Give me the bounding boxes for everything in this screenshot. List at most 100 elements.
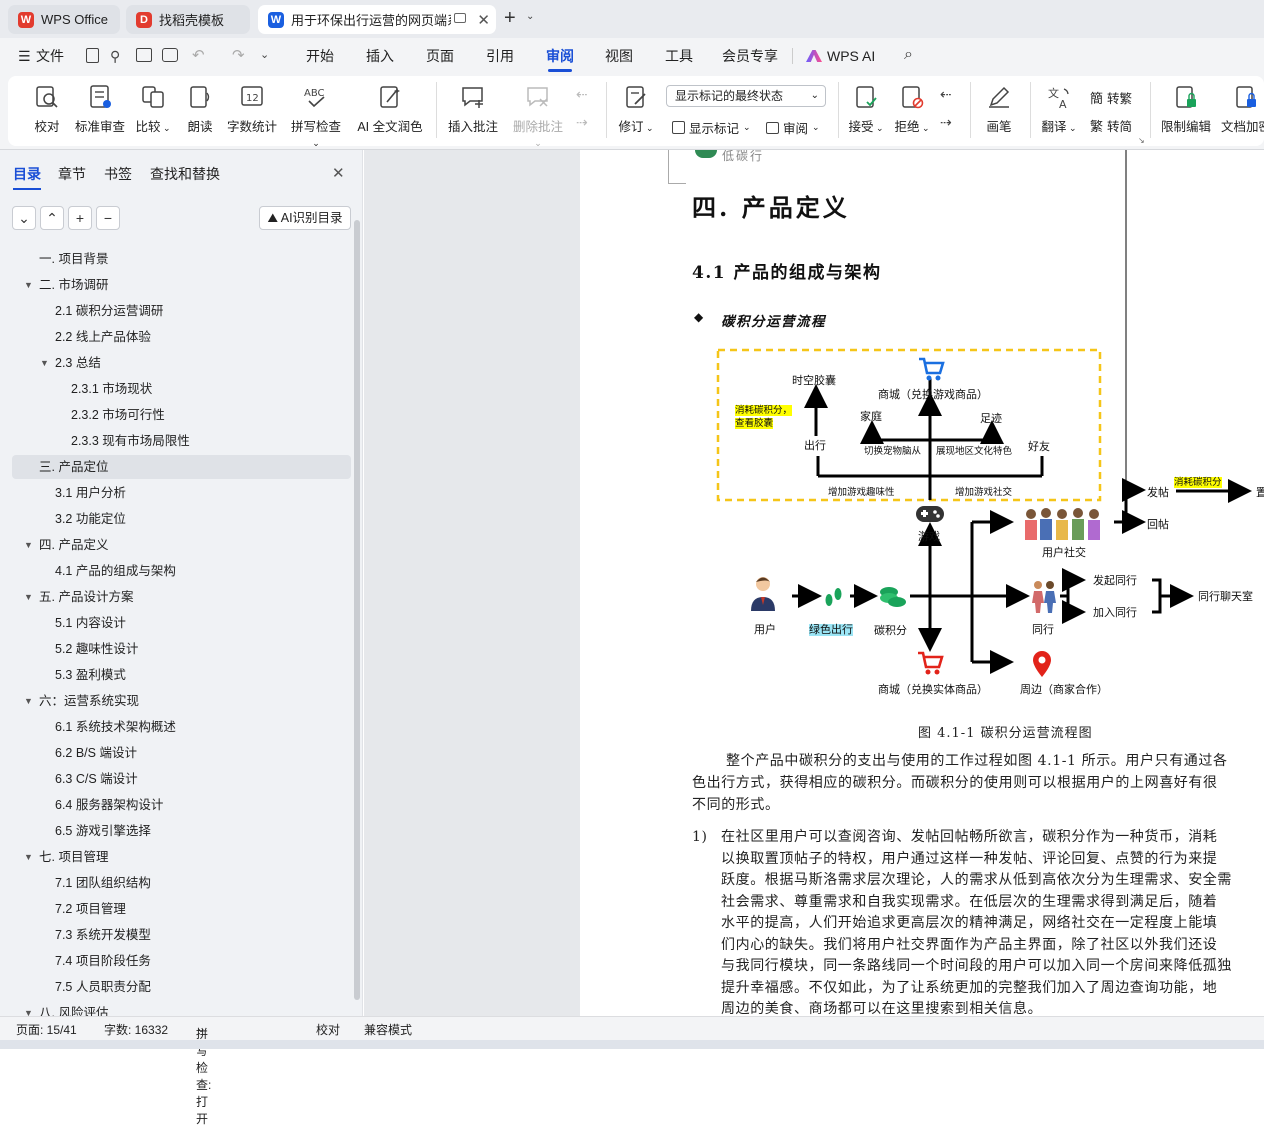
- toc-item[interactable]: 2.1 碳积分运营调研: [55, 298, 163, 324]
- close-tab-icon[interactable]: ✕: [477, 11, 490, 29]
- toc-item[interactable]: 7.2 项目管理: [55, 896, 126, 922]
- display-state-select[interactable]: 显示标记的最终状态 ⌄: [666, 85, 826, 107]
- toc-item[interactable]: ▼ 二. 市场调研: [24, 272, 108, 298]
- toc-item[interactable]: 7.5 人员职责分配: [55, 974, 151, 1000]
- tab-document[interactable]: W 用于环保出行运营的网页端系 ✕: [258, 5, 496, 34]
- toc-item[interactable]: 5.1 内容设计: [55, 610, 126, 636]
- toc-scrollbar[interactable]: [354, 220, 360, 1000]
- accept-button[interactable]: 接受 ⌄: [848, 84, 884, 140]
- tab-bookmarks[interactable]: 书签: [104, 164, 132, 184]
- tab-toc[interactable]: 目录: [13, 164, 41, 190]
- remove-heading-button[interactable]: −: [96, 206, 120, 230]
- toc-item[interactable]: 7.4 项目阶段任务: [55, 948, 151, 974]
- expand-arrow-icon[interactable]: ▼: [40, 350, 49, 376]
- share-icon[interactable]: ⚲: [110, 48, 120, 65]
- previous-change-icon[interactable]: ⇠: [940, 86, 952, 103]
- proof-indicator[interactable]: 校对: [316, 1021, 340, 1038]
- toc-item[interactable]: 6.3 C/S 端设计: [55, 766, 138, 792]
- quick-access-more-icon[interactable]: ⌄: [260, 48, 269, 61]
- next-change-icon[interactable]: ⇢: [940, 114, 952, 131]
- hamburger-icon[interactable]: ☰: [18, 48, 31, 65]
- next-comment-icon[interactable]: ⇢: [576, 114, 588, 131]
- toc-item[interactable]: 6.4 服务器架构设计: [55, 792, 163, 818]
- insert-comment-button[interactable]: 插入批注: [446, 84, 500, 140]
- toc-item[interactable]: 3.1 用户分析: [55, 480, 126, 506]
- toc-item[interactable]: 三. 产品定位: [39, 454, 108, 480]
- expand-arrow-icon[interactable]: ▼: [24, 844, 33, 870]
- toc-item[interactable]: 5.3 盈利模式: [55, 662, 126, 688]
- spell-check-button[interactable]: ABC 拼写检查 ⌄: [286, 84, 346, 148]
- tab-find-replace[interactable]: 查找和替换: [150, 164, 220, 184]
- toc-item[interactable]: ▼ 2.3 总结: [40, 350, 101, 376]
- menu-member[interactable]: 会员专享: [722, 38, 778, 74]
- menu-insert[interactable]: 插入: [366, 38, 394, 74]
- restrict-edit-button[interactable]: 限制编辑: [1160, 84, 1212, 140]
- standard-review-button[interactable]: 标准审查: [74, 84, 126, 140]
- proofread-button[interactable]: 校对: [34, 84, 60, 140]
- toc-item[interactable]: 2.3.2 市场可行性: [71, 402, 165, 428]
- to-simplified-button[interactable]: 繁转简: [1090, 116, 1132, 135]
- show-markup-button[interactable]: 显示标记 ⌄: [672, 118, 751, 137]
- menu-view[interactable]: 视图: [605, 38, 633, 74]
- to-traditional-button[interactable]: 簡转繁: [1090, 88, 1132, 107]
- ai-toc-button[interactable]: ⛰ AI识别目录: [259, 206, 351, 230]
- toc-item[interactable]: 7.1 团队组织结构: [55, 870, 151, 896]
- menu-tools[interactable]: 工具: [665, 38, 693, 74]
- read-aloud-button[interactable]: 朗读: [186, 84, 214, 140]
- word-count-indicator[interactable]: 字数: 16332: [104, 1021, 168, 1038]
- word-count-button[interactable]: 12 字数统计: [226, 84, 278, 140]
- compare-button[interactable]: 比较 ⌄: [134, 84, 172, 140]
- toc-item[interactable]: ▼ 七. 项目管理: [24, 844, 108, 870]
- print-icon[interactable]: [136, 48, 152, 62]
- menu-page[interactable]: 页面: [426, 38, 454, 74]
- toc-item[interactable]: ▼ 四. 产品定义: [24, 532, 108, 558]
- toc-item[interactable]: 6.5 游戏引擎选择: [55, 818, 151, 844]
- toc-item[interactable]: 6.2 B/S 端设计: [55, 740, 137, 766]
- chevron-down-icon[interactable]: ⌄: [526, 11, 534, 22]
- new-tab-icon[interactable]: +: [504, 7, 516, 30]
- dialog-launcher-icon[interactable]: ↘: [1138, 136, 1145, 145]
- undo-icon[interactable]: ↶: [192, 46, 205, 64]
- close-pane-icon[interactable]: ✕: [332, 164, 345, 182]
- redo-icon[interactable]: ↷: [232, 46, 245, 64]
- pen-button[interactable]: 画笔: [984, 84, 1014, 140]
- tab-chapters[interactable]: 章节: [58, 164, 86, 184]
- toc-item[interactable]: ▼ 六：运营系统实现: [24, 688, 139, 714]
- toc-item[interactable]: 7.3 系统开发模型: [55, 922, 151, 948]
- tab-template[interactable]: D 找稻壳模板: [126, 5, 250, 34]
- toc-item[interactable]: 6.1 系统技术架构概述: [55, 714, 176, 740]
- encrypt-button[interactable]: 文档加密: [1220, 84, 1264, 140]
- page-indicator[interactable]: 页面: 15/41: [16, 1021, 77, 1038]
- menu-start[interactable]: 开始: [306, 38, 334, 74]
- expand-up-button[interactable]: ⌃: [40, 206, 64, 230]
- translate-button[interactable]: 文A 翻译 ⌄: [1040, 84, 1078, 140]
- toc-item[interactable]: 2.3.3 现有市场局限性: [71, 428, 190, 454]
- review-pane-button[interactable]: 审阅 ⌄: [766, 118, 820, 137]
- toc-item[interactable]: 2.2 线上产品体验: [55, 324, 151, 350]
- tab-wps-office[interactable]: W WPS Office: [8, 5, 120, 34]
- search-icon[interactable]: ⌕: [904, 46, 913, 64]
- save-icon[interactable]: [86, 48, 99, 63]
- expand-arrow-icon[interactable]: ▼: [24, 688, 33, 714]
- collapse-all-button[interactable]: ⌄: [12, 206, 36, 230]
- delete-comment-button[interactable]: 删除批注 ⌄: [508, 84, 568, 148]
- toc-item[interactable]: ▼ 五. 产品设计方案: [24, 584, 133, 610]
- menu-reference[interactable]: 引用: [486, 38, 514, 74]
- toc-item[interactable]: 5.2 趣味性设计: [55, 636, 138, 662]
- menu-file[interactable]: 文件: [36, 38, 64, 74]
- menu-wps-ai[interactable]: WPS AI: [806, 38, 875, 74]
- toc-item[interactable]: 一. 项目背景: [39, 246, 108, 272]
- previous-comment-icon[interactable]: ⇠: [576, 86, 588, 103]
- expand-arrow-icon[interactable]: ▼: [24, 532, 33, 558]
- add-heading-button[interactable]: +: [68, 206, 92, 230]
- menu-review[interactable]: 审阅: [546, 38, 574, 74]
- spell-check-indicator[interactable]: 拼写检查: 打开 ⌄: [196, 1021, 211, 1126]
- toc-item[interactable]: 3.2 功能定位: [55, 506, 126, 532]
- reject-button[interactable]: 拒绝 ⌄: [894, 84, 930, 140]
- ai-polish-button[interactable]: AI 全文润色: [356, 84, 424, 140]
- print-preview-icon[interactable]: [162, 48, 178, 62]
- track-changes-button[interactable]: 修订 ⌄: [616, 84, 656, 140]
- expand-arrow-icon[interactable]: ▼: [24, 584, 33, 610]
- toc-item[interactable]: 4.1 产品的组成与架构: [55, 558, 176, 584]
- window-icon[interactable]: [454, 13, 466, 23]
